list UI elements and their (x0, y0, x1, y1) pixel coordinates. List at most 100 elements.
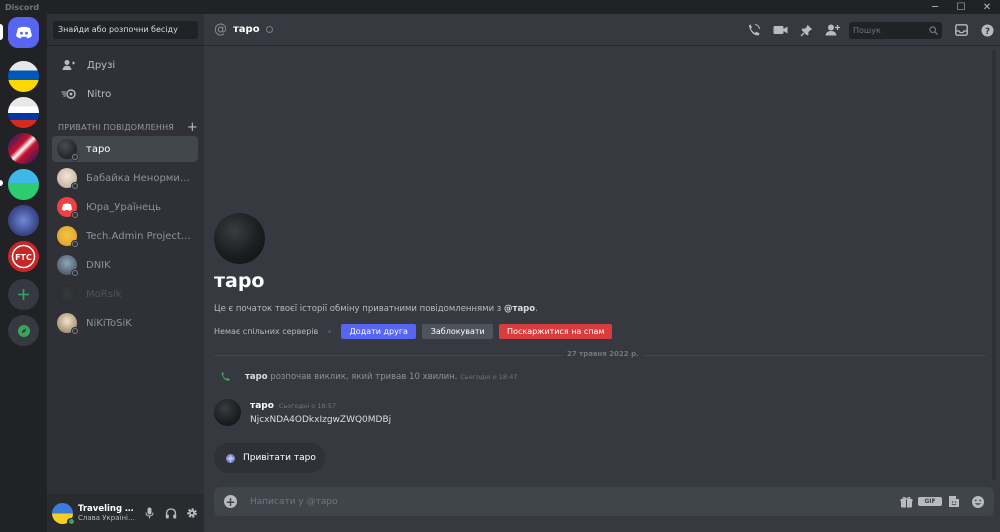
dm-name: MoRsik (86, 288, 122, 300)
dm-item-nikitosik[interactable]: NiKiToSiK (52, 310, 198, 336)
avatar (57, 226, 79, 248)
home-button[interactable] (8, 17, 39, 48)
dm-item-techadmin[interactable]: Tech.Admin Project Vi... (52, 223, 198, 249)
message-author[interactable]: таро (250, 401, 274, 411)
ftc-logo-icon: FTC (11, 244, 36, 269)
offline-status-icon (265, 26, 273, 33)
discord-logo-icon (15, 26, 32, 38)
gear-icon[interactable] (181, 503, 202, 524)
message-input[interactable]: Написати у @таро (250, 497, 894, 507)
date-divider-label: 27 травня 2022 р. (563, 350, 643, 358)
app-title: Discord (5, 2, 40, 12)
attach-plus-icon[interactable]: + (224, 495, 237, 508)
date-divider: 27 травня 2022 р. (214, 350, 986, 358)
dm-item-yura[interactable]: Юра_Ураїнець (52, 194, 198, 220)
dm-item-babaika[interactable]: Бабайка Ненормирно... (52, 165, 198, 191)
close-button[interactable]: ✕ (974, 0, 1000, 14)
wave-label: Привітати таро (243, 453, 316, 463)
plus-icon (18, 289, 29, 300)
offline-status-icon (71, 240, 79, 248)
server-icon-uk[interactable] (8, 133, 39, 164)
dm-item-taro[interactable]: таро (52, 136, 198, 162)
add-server-button[interactable] (8, 279, 39, 310)
chat-area: @ таро Пошук ? таро Це є початок твоєї і… (204, 14, 1000, 532)
message-composer[interactable]: + Написати у @таро GIF (214, 487, 994, 516)
voice-call-icon[interactable] (741, 14, 767, 46)
explore-servers-button[interactable] (8, 315, 39, 346)
user-panel: Traveling Tr... Слава Україні!... (47, 494, 204, 532)
add-member-icon[interactable] (819, 14, 845, 46)
dm-name: Tech.Admin Project Vi... (86, 230, 194, 242)
offline-status-icon (71, 269, 79, 277)
minimize-button[interactable]: ─ (922, 0, 948, 14)
server-list: FTC (0, 14, 47, 532)
conversation-start-text: Це є початок твоєї історії обміну приват… (214, 304, 538, 314)
online-status-icon (67, 517, 75, 526)
nav-friends-label: Друзі (87, 59, 116, 71)
server-icon-blue[interactable] (8, 205, 39, 236)
friends-icon (61, 57, 77, 73)
profile-avatar (214, 213, 265, 264)
message-avatar[interactable] (214, 399, 241, 426)
offline-status-icon (71, 327, 79, 335)
user-name: Traveling Tr... (78, 504, 136, 514)
dm-name: таро (86, 143, 111, 155)
wave-sticker-icon (226, 453, 235, 463)
emoji-icon[interactable] (966, 495, 990, 509)
server-icon-russia[interactable] (8, 97, 39, 128)
dm-name: Бабайка Ненормирно... (86, 172, 194, 184)
intro-desc-user: @таро (504, 304, 536, 314)
pin-icon[interactable] (793, 14, 819, 46)
message-scrollbar[interactable] (992, 50, 996, 480)
gif-label: GIF (918, 497, 942, 506)
block-button[interactable]: Заблокувати (422, 324, 494, 339)
gift-icon[interactable] (894, 496, 918, 508)
help-icon[interactable]: ? (974, 14, 1000, 46)
message-timestamp: Сьогодні о 18:57 (278, 402, 337, 410)
call-timestamp: Сьогодні о 18:47 (460, 372, 518, 381)
dm-item-morsik[interactable]: MoRsik (52, 281, 198, 307)
compass-icon (17, 324, 30, 337)
find-conversation-input[interactable]: Знайди або розпочни бесіду (53, 20, 198, 39)
at-icon: @ (214, 22, 227, 37)
dm-name: Юра_Ураїнець (86, 201, 162, 213)
message-header: таро Сьогодні о 18:57 (250, 401, 336, 411)
server-icon-ftc[interactable]: FTC (8, 241, 39, 272)
server-icon-green[interactable] (8, 169, 39, 200)
nav-friends[interactable]: Друзі (52, 52, 198, 78)
dot-separator (328, 330, 332, 333)
user-avatar[interactable] (52, 502, 75, 526)
offline-status-icon (71, 182, 79, 190)
dm-section-header: ПРИВАТНІ ПОВІДОМЛЕННЯ + (58, 120, 198, 135)
offline-status-icon (71, 211, 79, 219)
dm-sidebar: Знайди або розпочни бесіду Друзі Nitro П… (47, 14, 204, 532)
nav-nitro[interactable]: Nitro (52, 81, 198, 107)
channel-header: @ таро Пошук ? (204, 14, 1000, 46)
sticker-icon[interactable] (942, 495, 966, 508)
inbox-icon[interactable] (948, 14, 974, 46)
call-author[interactable]: таро (245, 372, 268, 382)
dm-header-label: ПРИВАТНІ ПОВІДОМЛЕННЯ (58, 123, 175, 132)
nav-nitro-label: Nitro (87, 88, 112, 100)
call-text: розпочав виклик, який тривав 10 хвилин. (267, 371, 458, 382)
add-friend-button[interactable]: Додати друга (341, 324, 417, 339)
dm-name: DNIK (86, 259, 111, 271)
dm-item-dnik[interactable]: DNIK (52, 252, 198, 278)
avatar (57, 168, 79, 190)
wave-button[interactable]: Привітати таро (214, 443, 325, 473)
search-input[interactable]: Пошук (849, 21, 942, 39)
maximize-button[interactable]: ☐ (948, 0, 974, 14)
offline-status-icon (71, 153, 79, 161)
create-dm-icon[interactable]: + (187, 120, 198, 135)
server-icon-ukraine[interactable] (8, 61, 39, 92)
headphones-icon[interactable] (160, 503, 181, 524)
microphone-icon[interactable] (139, 503, 160, 524)
gif-icon[interactable]: GIF (918, 497, 942, 506)
avatar (57, 284, 77, 304)
intro-desc-prefix: Це є початок твоєї історії обміну приват… (214, 304, 505, 314)
report-spam-button[interactable]: Поскаржитися на спам (499, 324, 613, 339)
call-system-message: таро розпочав виклик, який тривав 10 хви… (220, 371, 518, 382)
video-call-icon[interactable] (767, 14, 793, 46)
user-custom-status: Слава Україні!... (78, 514, 136, 522)
home-indicator (0, 24, 3, 40)
